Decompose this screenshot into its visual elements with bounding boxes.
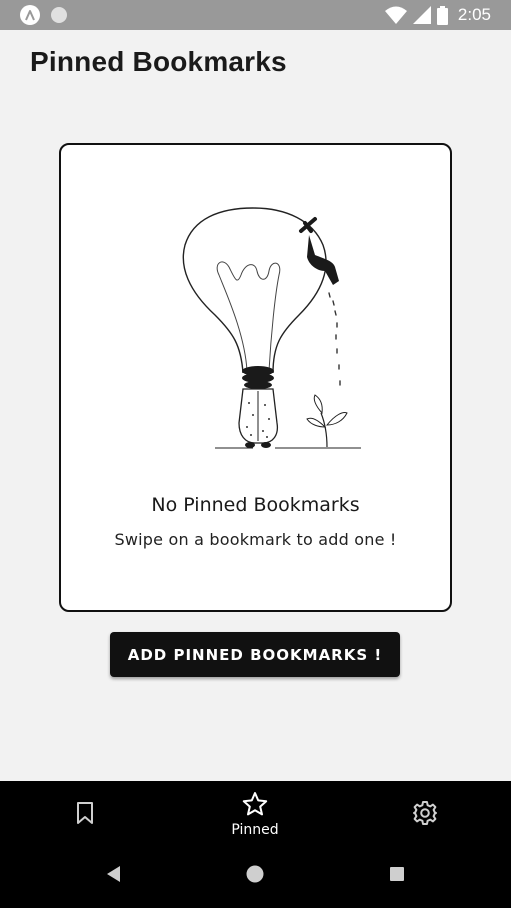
star-icon (242, 791, 268, 817)
status-bar: 2:05 (0, 0, 511, 30)
home-icon[interactable] (245, 864, 265, 884)
signal-icon (412, 6, 431, 24)
nav-item-pinned[interactable]: Pinned (195, 781, 315, 838)
status-right: 2:05 (384, 3, 491, 27)
battery-icon (436, 5, 448, 25)
add-pinned-bookmarks-button[interactable]: ADD PINNED BOOKMARKS ! (110, 632, 400, 677)
lightbulb-faucet-illustration (182, 207, 361, 449)
page-title: Pinned Bookmarks (30, 46, 287, 77)
empty-state-card: No Pinned Bookmarks Swipe on a bookmark … (59, 143, 452, 612)
system-navigation-bar (0, 838, 511, 908)
bookmark-icon (75, 801, 95, 825)
empty-state-title: No Pinned Bookmarks (151, 494, 360, 516)
status-time: 2:05 (457, 5, 491, 24)
nav-item-bookmarks[interactable] (25, 781, 145, 838)
back-icon[interactable] (104, 864, 124, 884)
nav-item-settings[interactable] (365, 781, 485, 838)
empty-state-subtitle: Swipe on a bookmark to add one ! (114, 530, 397, 549)
wifi-icon (384, 6, 407, 24)
circle-notification-icon (51, 7, 67, 23)
recents-icon[interactable] (387, 864, 407, 884)
gear-icon (412, 800, 438, 826)
bottom-navigation: Pinned (0, 781, 511, 838)
status-left (20, 5, 67, 25)
nav-item-label: Pinned (231, 822, 279, 838)
app-a-icon (20, 5, 40, 25)
